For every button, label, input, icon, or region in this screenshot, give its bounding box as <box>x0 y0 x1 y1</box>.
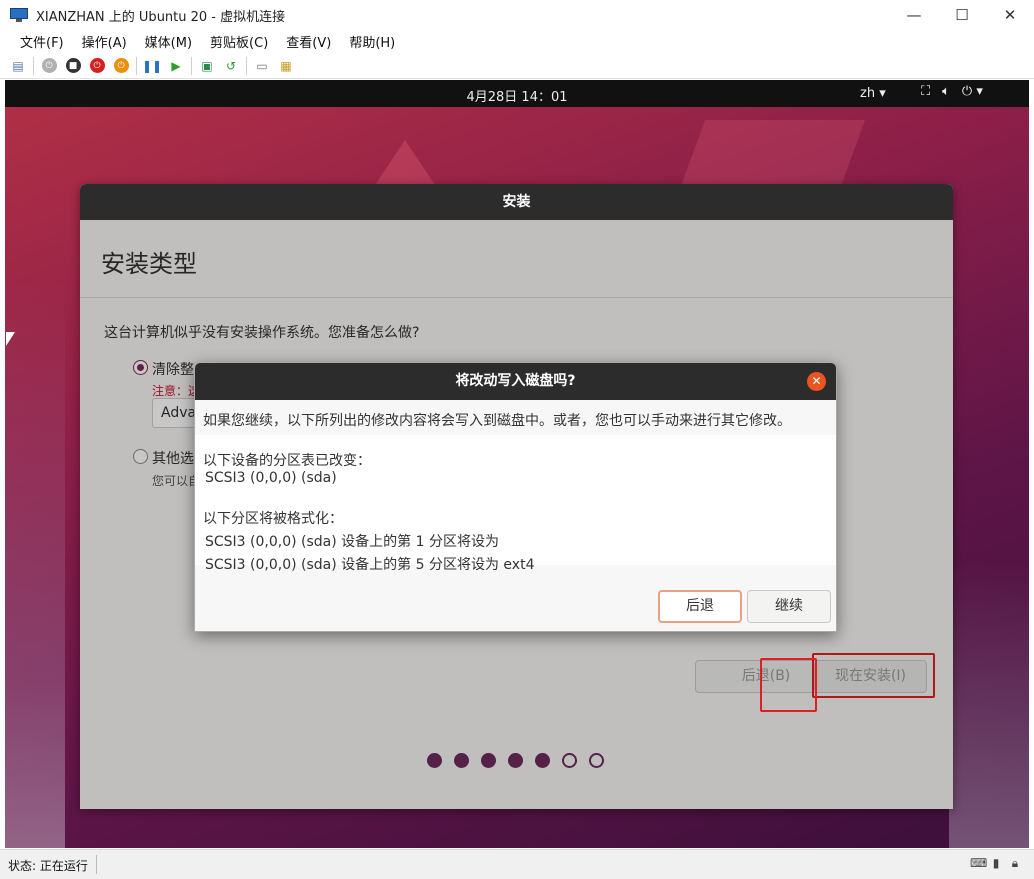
turn-off-icon[interactable]: ■ <box>64 57 82 75</box>
maximize-button[interactable]: ☐ <box>938 0 986 30</box>
toolbar-separator <box>33 56 34 75</box>
status-separator <box>96 855 97 874</box>
installer-header: 安装 <box>80 184 953 220</box>
close-icon[interactable]: ✕ <box>807 372 826 391</box>
share-icon[interactable]: ▦ <box>277 57 295 75</box>
checkpoint-icon[interactable]: ▣ <box>198 57 216 75</box>
menu-help[interactable]: 帮助(H) <box>349 32 395 51</box>
vm-status: 状态: 正在运行 <box>8 859 88 873</box>
resume-icon[interactable]: ▶ <box>167 57 185 75</box>
lock-icon[interactable]: 🔒︎ <box>1008 856 1022 870</box>
ubuntu-top-bar: 4月28日 14：01 zh ▾ ⛶ 🔈︎ ⏻ ▾ <box>5 80 1029 107</box>
dialog-details: 以下设备的分区表已改变： SCSI3 (0,0,0) (sda) 以下分区将被格… <box>195 435 836 573</box>
menu-bar: 文件(F) 操作(A) 媒体(M) 剪贴板(C) 查看(V) 帮助(H) <box>0 30 1034 52</box>
close-button[interactable]: ✕ <box>986 0 1034 30</box>
power-icon: ⏻ ▾ <box>961 84 983 99</box>
mouse-cursor-icon <box>6 332 15 346</box>
minimize-button[interactable]: — <box>890 0 938 30</box>
dialog-title: 将改动写入磁盘吗? <box>455 373 576 389</box>
vm-screen[interactable]: 4月28日 14：01 zh ▾ ⛶ 🔈︎ ⏻ ▾ 安装 安装类型 这台计算机似… <box>5 80 1029 848</box>
enhanced-session-icon[interactable]: ▭ <box>253 57 271 75</box>
revert-icon[interactable]: ↺ <box>222 57 240 75</box>
pause-icon[interactable]: ❚❚ <box>142 57 162 75</box>
continue-button[interactable]: 继续 <box>747 590 831 623</box>
dialog-message: 如果您继续，以下所列出的修改内容将会写入到磁盘中。或者，您也可以手动来进行其它修… <box>203 413 791 429</box>
toolbar-separator <box>246 56 247 75</box>
volume-icon: 🔈︎ <box>942 84 950 99</box>
menu-clipboard[interactable]: 剪贴板(C) <box>210 32 268 51</box>
shutdown-icon[interactable]: ⏻ <box>88 57 106 75</box>
input-method-indicator[interactable]: zh ▾ <box>860 86 886 101</box>
continue-highlight <box>760 658 817 712</box>
menu-media[interactable]: 媒体(M) <box>145 32 192 51</box>
partition-table-device: SCSI3 (0,0,0) (sda) <box>205 470 337 486</box>
format-item: SCSI3 (0,0,0) (sda) 设备上的第 1 分区将设为 <box>205 534 499 550</box>
toolbar-separator <box>191 56 192 75</box>
menu-file[interactable]: 文件(F) <box>20 32 64 51</box>
wallpaper-shape <box>949 560 1029 848</box>
dialog-back-button[interactable]: 后退 <box>658 590 742 623</box>
status-bar: 状态: 正在运行 ⌨ ▮ 🔒︎ <box>0 849 1034 879</box>
mouse-icon[interactable]: ▮ <box>989 856 1003 870</box>
dialog-header: 将改动写入磁盘吗? ✕ <box>195 363 836 400</box>
ctrl-alt-del-icon[interactable]: ▤ <box>9 57 27 75</box>
write-changes-dialog: 将改动写入磁盘吗? ✕ 如果您继续，以下所列出的修改内容将会写入到磁盘中。或者，… <box>194 362 837 632</box>
keyboard-icon[interactable]: ⌨ <box>970 856 987 870</box>
format-item: SCSI3 (0,0,0) (sda) 设备上的第 5 分区将设为 ext4 <box>205 557 535 573</box>
window-titlebar: XIANZHAN 上的 Ubuntu 20 - 虚拟机连接 — ☐ ✕ <box>0 0 1034 30</box>
network-icon: ⛶ <box>921 84 931 99</box>
system-tray[interactable]: ⛶ 🔈︎ ⏻ ▾ <box>921 84 983 99</box>
vm-connection-icon <box>10 8 28 22</box>
window-controls: — ☐ ✕ <box>890 0 1034 30</box>
window-title: XIANZHAN 上的 Ubuntu 20 - 虚拟机连接 <box>36 9 286 25</box>
partition-table-heading: 以下设备的分区表已改变： <box>203 453 371 469</box>
wallpaper-shape <box>5 280 65 848</box>
menu-action[interactable]: 操作(A) <box>82 32 127 51</box>
start-icon[interactable]: ⏻ <box>40 57 58 75</box>
save-state-icon[interactable]: ⏻ <box>112 57 130 75</box>
toolbar-separator <box>136 56 137 75</box>
menu-view[interactable]: 查看(V) <box>286 32 331 51</box>
toolbar: ▤ ⏻ ■ ⏻ ⏻ ❚❚ ▶ ▣ ↺ ▭ ▦ <box>0 53 1034 79</box>
format-heading: 以下分区将被格式化： <box>203 511 343 527</box>
status-icons: ⌨ ▮ 🔒︎ <box>970 856 1022 870</box>
